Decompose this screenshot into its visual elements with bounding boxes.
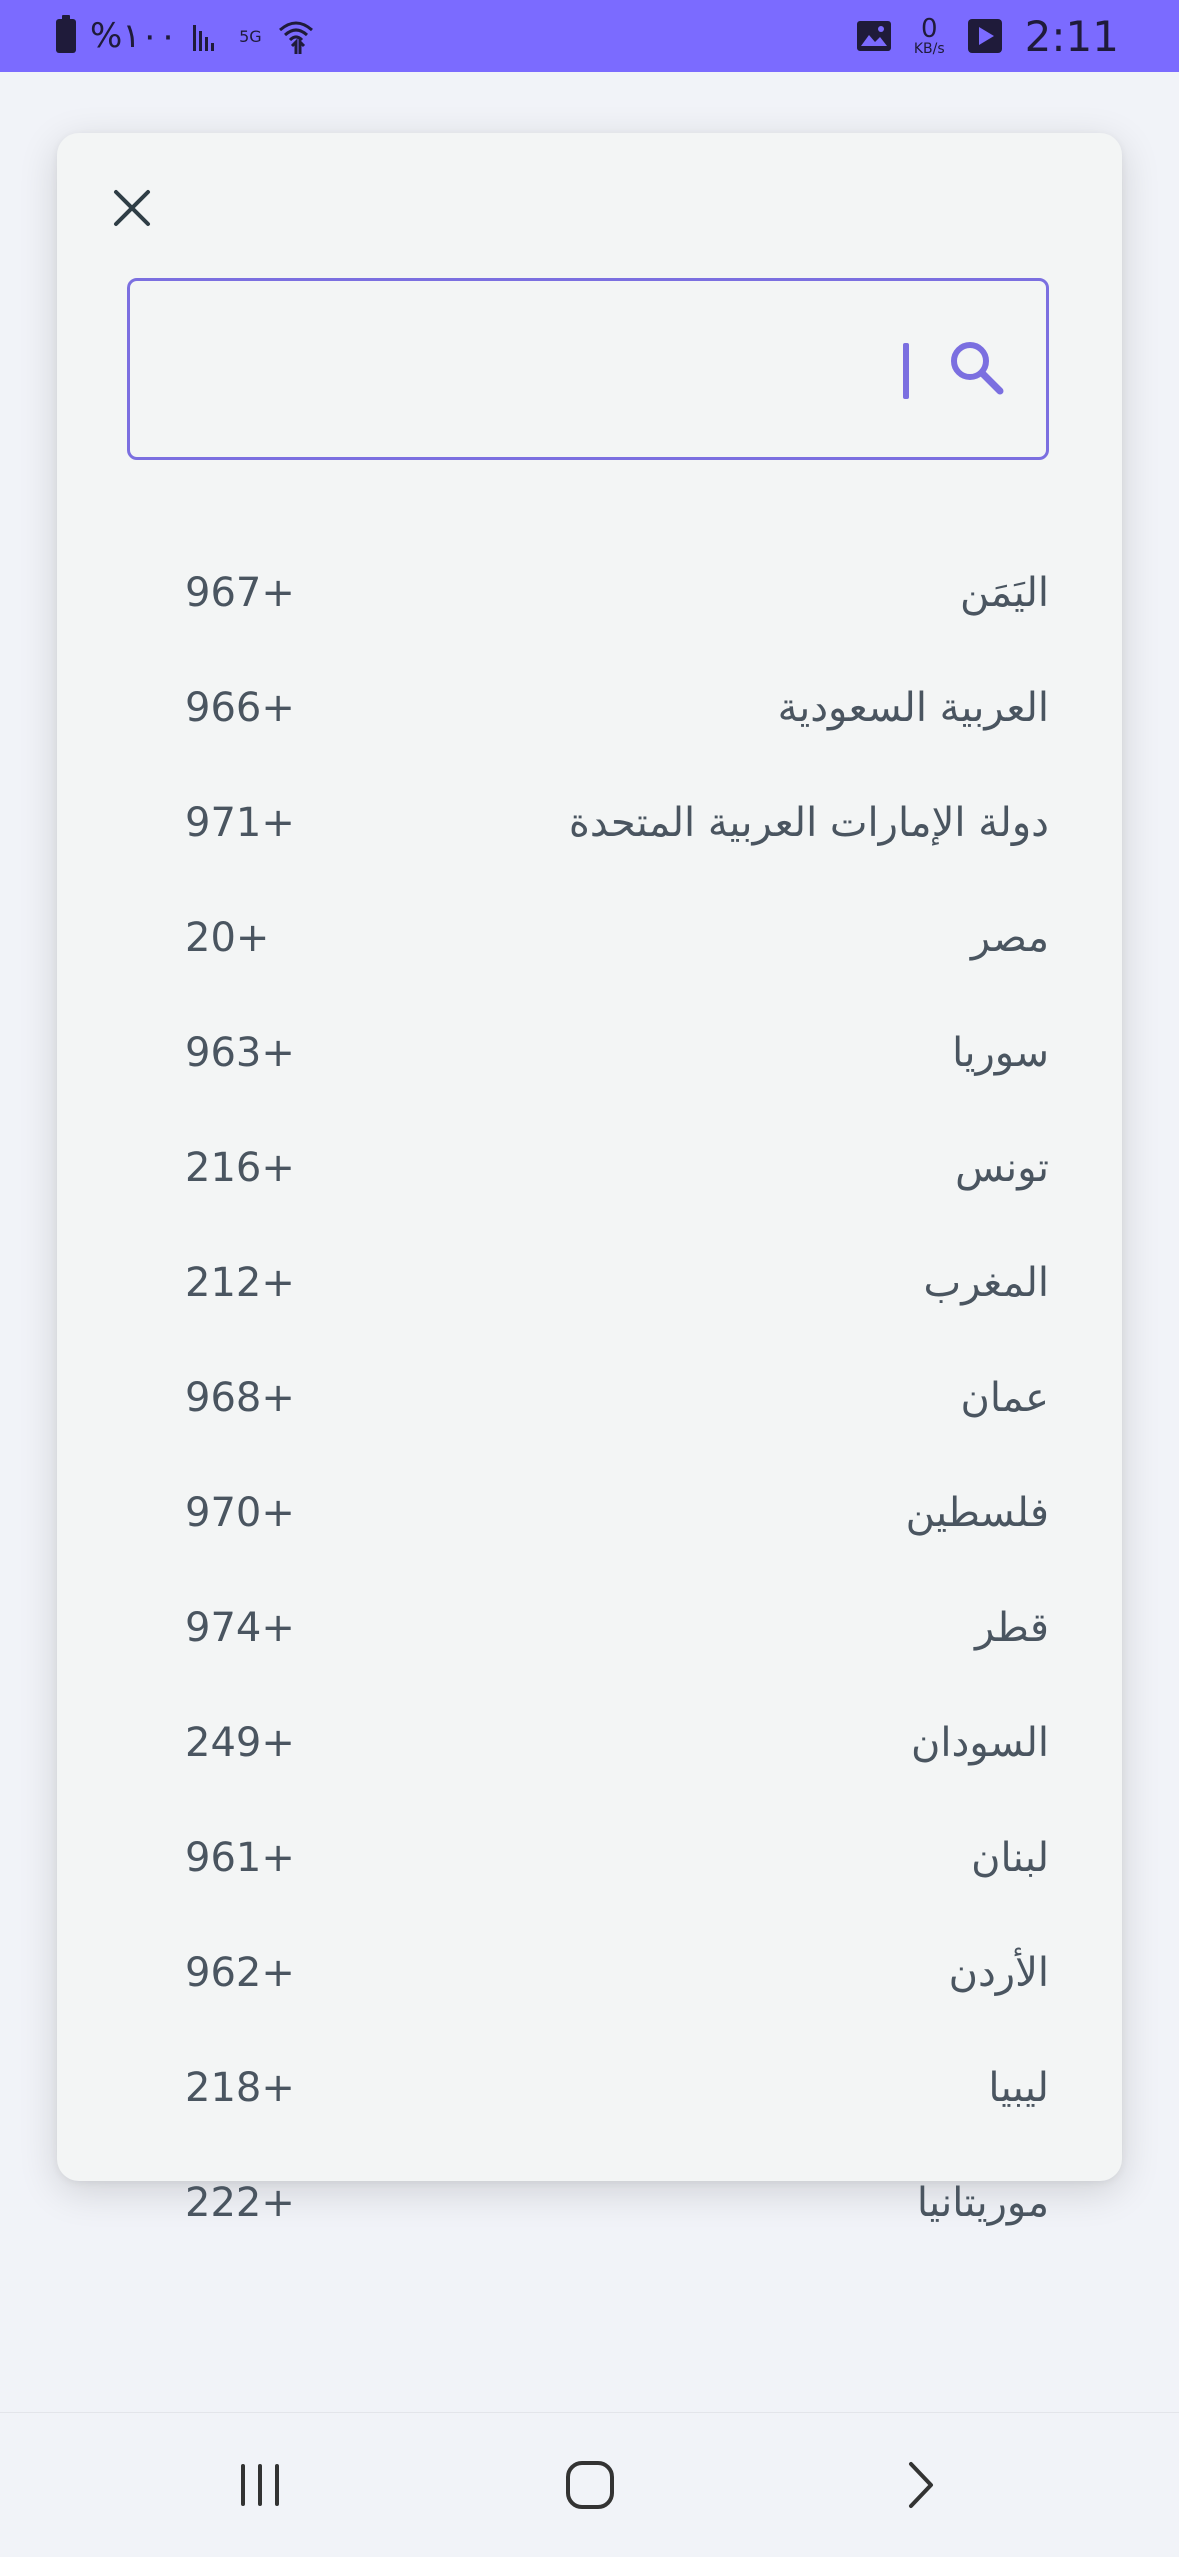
country-name: لبنان [971,1835,1049,1881]
country-name: السودان [911,1720,1049,1766]
country-dial-code: +249 [185,1720,295,1766]
country-row[interactable]: فلسطين +970 [127,1463,1049,1563]
country-dial-code: +218 [185,2065,295,2111]
country-row[interactable]: سوريا +963 [127,1003,1049,1103]
search-box [127,278,1049,460]
country-dial-code: +962 [185,1950,295,1996]
data-speed-unit: KB/s [913,41,945,57]
country-row[interactable]: السودان +249 [127,1693,1049,1793]
country-name: موريتانيا [916,2180,1049,2226]
play-store-icon [967,18,1003,54]
home-icon [566,2461,614,2509]
country-dial-code: +20 [185,915,270,961]
search-button[interactable] [946,337,1010,401]
country-row[interactable]: قطر +974 [127,1578,1049,1678]
country-name: سوريا [952,1030,1049,1076]
country-dial-code: +970 [185,1490,295,1536]
recents-icon [241,2464,279,2506]
country-row[interactable]: العربية السعودية +966 [127,658,1049,758]
status-bar-right: 0 KB/s 2:11 [856,0,1119,72]
status-bar: %١٠٠ 5G 0 KB/s 2:11 [0,0,1179,72]
country-name: مصر [970,915,1049,961]
signal-icon [191,21,225,51]
country-dial-code: +222 [185,2180,295,2226]
close-icon [114,190,150,226]
search-icon [951,342,1004,395]
country-dial-code: +961 [185,1835,295,1881]
country-name: فلسطين [905,1490,1049,1536]
country-dial-code: +963 [185,1030,295,1076]
battery-percentage: %١٠٠ [90,16,178,56]
country-row[interactable]: مصر +20 [127,888,1049,988]
battery-icon [56,15,76,53]
recents-button[interactable] [205,2433,315,2537]
country-row[interactable]: تونس +216 [127,1118,1049,1218]
country-row[interactable]: اليَمَن +967 [127,543,1049,643]
country-name: دولة الإمارات العربية المتحدة [568,800,1049,846]
clock: 2:11 [1024,11,1119,61]
data-speed-value: 0 [921,14,938,44]
status-bar-left: %١٠٠ 5G [56,0,316,72]
navigation-bar [0,2412,1179,2557]
country-name: اليَمَن [960,570,1049,616]
country-name: ليبيا [988,2065,1049,2111]
country-row[interactable]: عمان +968 [127,1348,1049,1448]
country-name: العربية السعودية [777,685,1049,731]
country-row[interactable]: موريتانيا +222 [127,2153,1049,2253]
network-type-label: 5G [239,26,262,46]
back-button[interactable] [865,2433,975,2537]
country-row[interactable]: دولة الإمارات العربية المتحدة +971 [127,773,1049,873]
close-button[interactable] [97,173,167,243]
data-speed-indicator: 0 KB/s [914,16,945,56]
country-dial-code: +974 [185,1605,295,1651]
country-name: الأردن [948,1950,1049,1996]
text-caret [903,343,909,399]
country-dial-code: +216 [185,1145,295,1191]
country-row[interactable]: المغرب +212 [127,1233,1049,1333]
country-name: عمان [960,1375,1049,1421]
country-dial-code: +966 [185,685,295,731]
country-dial-code: +967 [185,570,295,616]
back-icon [909,2462,933,2508]
country-dial-code: +971 [185,800,295,846]
country-dial-code: +968 [185,1375,295,1421]
country-row[interactable]: ليبيا +218 [127,2038,1049,2138]
country-row[interactable]: لبنان +961 [127,1808,1049,1908]
country-name: المغرب [923,1260,1049,1306]
country-picker-dialog: اليَمَن +967 العربية السعودية +966 دولة الإم… [57,133,1122,2226]
wifi-icon [276,16,316,56]
country-row[interactable]: الأردن +962 [127,1923,1049,2023]
search-input[interactable] [140,281,914,459]
country-name: قطر [974,1605,1049,1651]
home-button[interactable] [535,2433,645,2537]
image-notification-icon [856,20,892,52]
country-name: تونس [955,1145,1049,1191]
country-dial-code: +212 [185,1260,295,1306]
